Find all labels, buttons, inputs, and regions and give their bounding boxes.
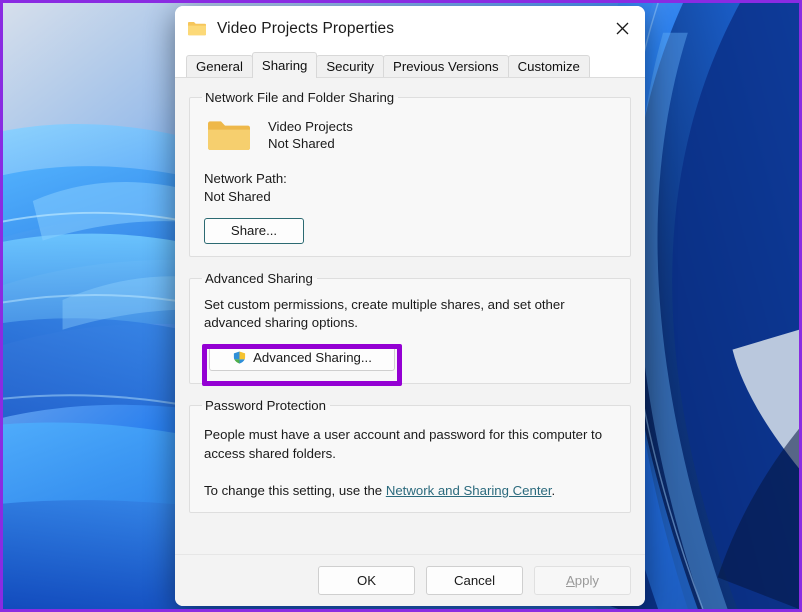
password-protection-paragraph-2-prefix: To change this setting, use the [204, 483, 386, 498]
folder-icon [187, 20, 207, 37]
screen: Video Projects Properties General Sharin… [0, 0, 802, 612]
advanced-sharing-group: Advanced Sharing Set custom permissions,… [189, 271, 631, 386]
password-protection-group: Password Protection People must have a u… [189, 398, 631, 513]
network-path-label: Network Path: [204, 171, 287, 186]
shared-folder-labels: Video Projects Not Shared [268, 118, 353, 152]
advanced-sharing-button[interactable]: Advanced Sharing... [209, 344, 395, 371]
sharing-tab-panel: Network File and Folder Sharing Video Pr… [175, 77, 645, 554]
network-file-and-folder-sharing-group: Network File and Folder Sharing Video Pr… [189, 90, 631, 257]
password-protection-legend: Password Protection [205, 398, 326, 413]
tab-strip: General Sharing Security Previous Versio… [175, 51, 645, 78]
folder-status: Not Shared [268, 136, 335, 151]
advanced-sharing-legend: Advanced Sharing [205, 271, 313, 286]
tab-previous-versions[interactable]: Previous Versions [383, 55, 509, 77]
tab-sharing[interactable]: Sharing [251, 52, 318, 78]
apply-button: Apply [534, 566, 631, 595]
network-path-block: Network Path: Not Shared [204, 170, 620, 206]
tab-customize[interactable]: Customize [507, 55, 590, 77]
close-icon[interactable] [599, 6, 645, 51]
apply-button-mnemonic: A [566, 573, 575, 588]
shared-folder-row: Video Projects Not Shared [206, 117, 620, 153]
advanced-sharing-button-wrap: Advanced Sharing... [202, 344, 402, 386]
password-protection-paragraph-1: People must have a user account and pass… [204, 427, 603, 461]
title-bar: Video Projects Properties [175, 6, 645, 51]
cancel-button[interactable]: Cancel [426, 566, 523, 595]
folder-icon-large [206, 117, 252, 153]
share-button[interactable]: Share... [204, 218, 304, 244]
folder-name: Video Projects [268, 119, 353, 134]
tab-general[interactable]: General [186, 55, 253, 77]
advanced-sharing-description: Set custom permissions, create multiple … [204, 297, 565, 330]
dialog-footer: OK Cancel Apply [175, 554, 645, 606]
ok-button[interactable]: OK [318, 566, 415, 595]
password-protection-paragraph-2-suffix: . [551, 483, 556, 498]
network-sharing-legend: Network File and Folder Sharing [205, 90, 395, 105]
apply-button-label-rest: pply [574, 573, 599, 588]
network-and-sharing-center-link[interactable]: Network and Sharing Center [386, 483, 552, 498]
window-title: Video Projects Properties [217, 19, 395, 37]
network-path-value: Not Shared [204, 189, 271, 204]
tab-security[interactable]: Security [316, 55, 385, 77]
advanced-sharing-button-label: Advanced Sharing... [253, 350, 372, 365]
properties-dialog: Video Projects Properties General Sharin… [175, 6, 645, 606]
uac-shield-icon [232, 350, 247, 365]
password-protection-paragraph-2: To change this setting, use the Network … [204, 481, 614, 500]
